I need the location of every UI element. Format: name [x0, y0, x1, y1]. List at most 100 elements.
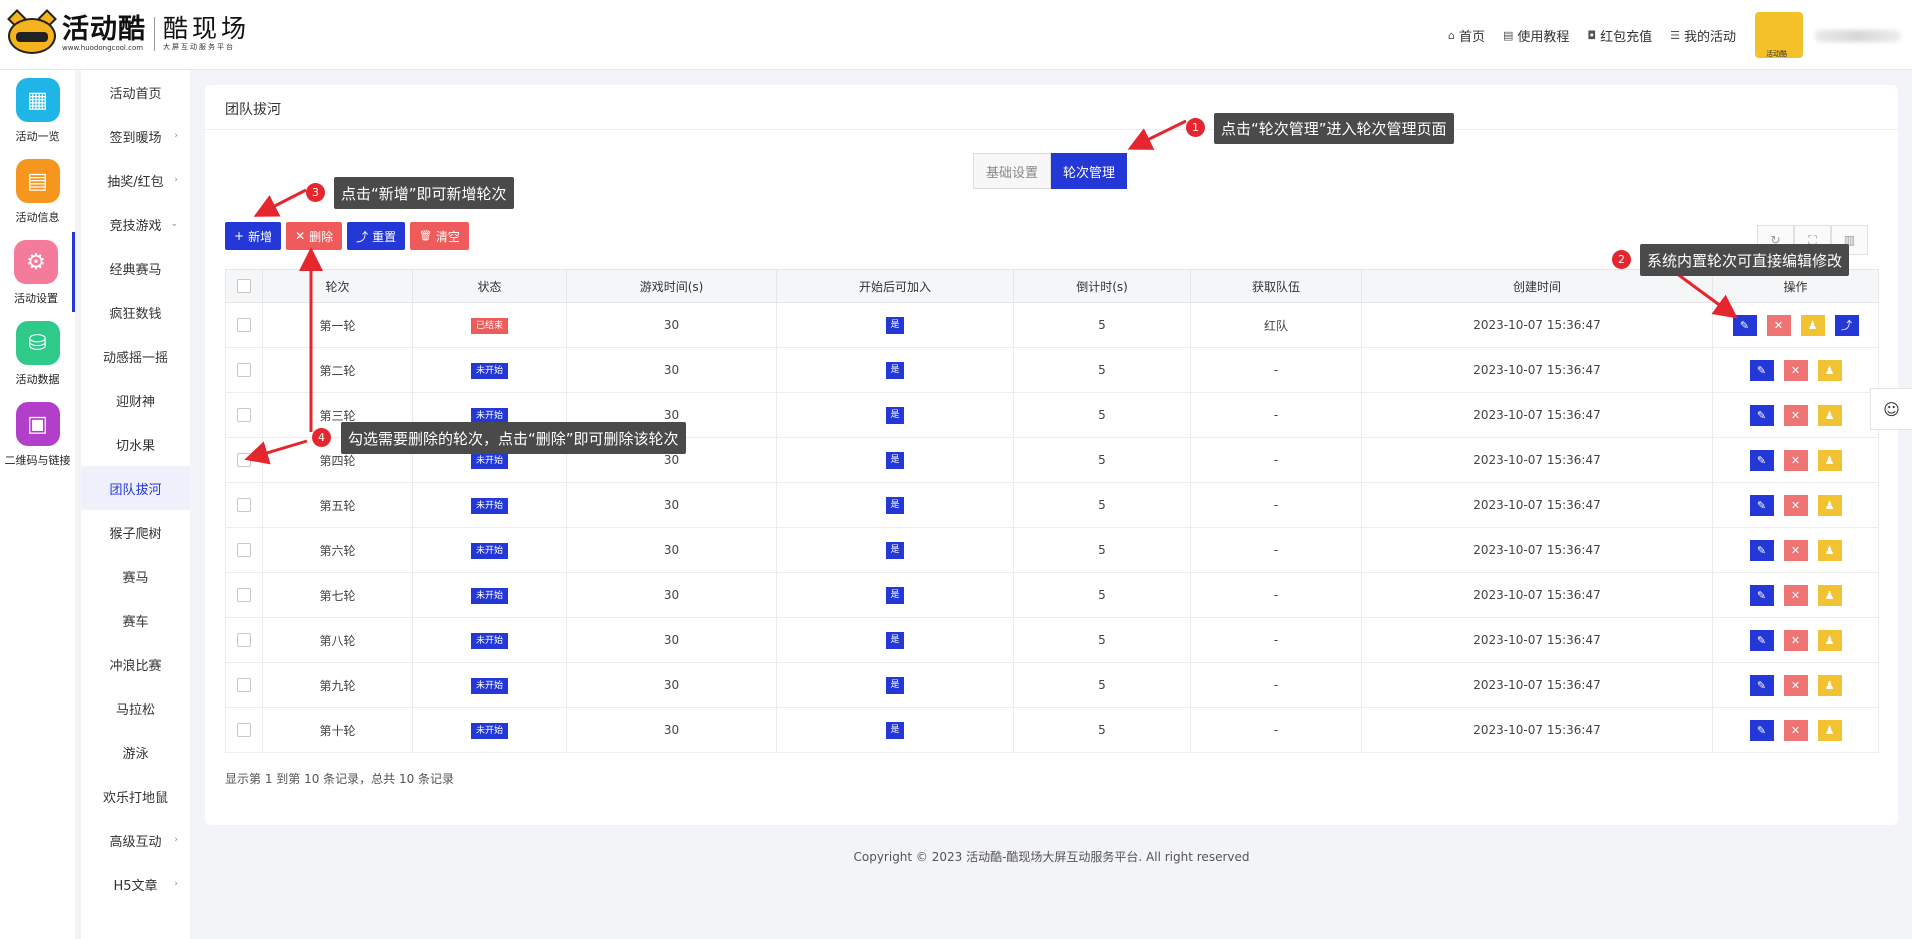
- column-header[interactable]: 开始后可加入: [776, 269, 1014, 303]
- row-checkbox[interactable]: [237, 408, 251, 423]
- sub-item-home[interactable]: 活动首页: [81, 70, 190, 114]
- user-icon[interactable]: ♟: [1817, 674, 1842, 696]
- clear-button[interactable]: 🗑 清空: [410, 222, 469, 250]
- user-icon[interactable]: ♟: [1817, 494, 1842, 516]
- row-checkbox[interactable]: [237, 363, 251, 378]
- row-checkbox[interactable]: [237, 543, 251, 558]
- tab-basic-settings[interactable]: 基础设置: [973, 153, 1052, 189]
- sub-item-h5[interactable]: H5文章 ›: [81, 862, 190, 906]
- edit-icon[interactable]: ✎: [1749, 494, 1774, 516]
- sub-item-lottery[interactable]: 抽奖/红包 ›: [81, 158, 190, 202]
- sub-item-tug-of-war[interactable]: 团队拔河: [81, 466, 190, 510]
- close-icon[interactable]: ✕: [1783, 404, 1808, 426]
- sub-item-car[interactable]: 赛车: [81, 598, 190, 642]
- sub-item-shake[interactable]: 动感摇一摇: [81, 334, 190, 378]
- top-nav: ⌂ 首页 ▤ 使用教程 ◘ 红包充值 ☰ 我的活动: [1448, 26, 1736, 45]
- tab-round-management[interactable]: 轮次管理: [1051, 153, 1128, 189]
- row-checkbox[interactable]: [237, 318, 251, 333]
- checkbox-cell: [225, 707, 263, 753]
- edit-icon[interactable]: ✎: [1732, 314, 1757, 336]
- sidebar-item-qrcode[interactable]: ▣ 二维码与链接: [0, 394, 75, 474]
- created-time-cell: 2023-10-07 15:36:47: [1361, 527, 1713, 573]
- edit-icon[interactable]: ✎: [1749, 449, 1774, 471]
- user-icon[interactable]: ♟: [1817, 629, 1842, 651]
- close-icon[interactable]: ✕: [1783, 719, 1808, 741]
- sidebar-item-activity-info[interactable]: ▤ 活动信息: [0, 151, 75, 231]
- edit-icon[interactable]: ✎: [1749, 539, 1774, 561]
- join-cell: 是: [776, 392, 1014, 438]
- pagination-summary: 显示第 1 到第 10 条记录，总共 10 条记录: [225, 772, 455, 786]
- sub-item-fortune-god[interactable]: 迎财神: [81, 378, 190, 422]
- edit-icon[interactable]: ✎: [1749, 404, 1774, 426]
- game-time-cell: 30: [566, 302, 777, 348]
- edit-icon[interactable]: ✎: [1749, 719, 1774, 741]
- user-icon[interactable]: ♟: [1817, 584, 1842, 606]
- column-header[interactable]: 获取队伍: [1190, 269, 1362, 303]
- annotation-callout: 点击“轮次管理”进入轮次管理页面: [1214, 113, 1454, 144]
- sub-item-horse[interactable]: 赛马: [81, 554, 190, 598]
- close-icon[interactable]: ✕: [1783, 674, 1808, 696]
- row-checkbox[interactable]: [237, 498, 251, 513]
- reset-button[interactable]: ⤴ 重置: [347, 222, 406, 250]
- close-icon[interactable]: ✕: [1783, 584, 1808, 606]
- column-header[interactable]: 游戏时间(s): [566, 269, 777, 303]
- row-checkbox[interactable]: [237, 723, 251, 738]
- nav-tutorial[interactable]: ▤ 使用教程: [1503, 26, 1569, 45]
- close-icon[interactable]: ✕: [1766, 314, 1791, 336]
- join-badge: 是: [886, 407, 904, 424]
- sub-item-whack-mole[interactable]: 欢乐打地鼠: [81, 774, 190, 818]
- chevron-right-icon: ›: [174, 175, 178, 185]
- reset-icon[interactable]: ⤴: [1834, 314, 1859, 336]
- user-icon[interactable]: ♟: [1817, 719, 1842, 741]
- nav-home[interactable]: ⌂ 首页: [1448, 26, 1485, 45]
- nav-my-activity[interactable]: ☰ 我的活动: [1670, 26, 1736, 45]
- close-icon[interactable]: ✕: [1783, 539, 1808, 561]
- countdown-cell: 5: [1013, 662, 1191, 708]
- close-icon[interactable]: ✕: [1783, 449, 1808, 471]
- row-checkbox[interactable]: [237, 678, 251, 693]
- column-header[interactable]: 状态: [412, 269, 567, 303]
- sub-item-games[interactable]: 竞技游戏 ⌄: [81, 202, 190, 246]
- edit-icon[interactable]: ✎: [1749, 629, 1774, 651]
- user-icon[interactable]: ♟: [1800, 314, 1825, 336]
- row-checkbox[interactable]: [237, 588, 251, 603]
- delete-button[interactable]: ✕ 删除: [286, 222, 343, 250]
- nav-recharge[interactable]: ◘ 红包充值: [1587, 26, 1652, 45]
- table-row: 第九轮 未开始 30 是 5-2023-10-07 15:36:47 ✎ ✕ ♟: [225, 662, 1879, 708]
- sub-item-surf[interactable]: 冲浪比赛: [81, 642, 190, 686]
- sub-item-monkey[interactable]: 猴子爬树: [81, 510, 190, 554]
- sub-item-classic-horse[interactable]: 经典赛马: [81, 246, 190, 290]
- sidebar-item-activity-list[interactable]: ▦ 活动一览: [0, 70, 75, 150]
- qq-service-icon[interactable]: ☺: [1870, 388, 1912, 430]
- sub-item-marathon[interactable]: 马拉松: [81, 686, 190, 730]
- column-header[interactable]: 轮次: [262, 269, 413, 303]
- team-cell: -: [1190, 662, 1362, 708]
- user-icon[interactable]: ♟: [1817, 449, 1842, 471]
- user-icon[interactable]: ♟: [1817, 404, 1842, 426]
- sub-item-count-money[interactable]: 疯狂数钱: [81, 290, 190, 334]
- sidebar-item-activity-data[interactable]: ⛁ 活动数据: [0, 313, 75, 393]
- close-icon[interactable]: ✕: [1783, 629, 1808, 651]
- username-blurred[interactable]: [1815, 30, 1901, 42]
- team-cell: -: [1190, 707, 1362, 753]
- sub-item-fruit[interactable]: 切水果: [81, 422, 190, 466]
- row-checkbox[interactable]: [237, 633, 251, 648]
- select-all-checkbox[interactable]: [237, 279, 251, 294]
- edit-icon[interactable]: ✎: [1749, 584, 1774, 606]
- add-button[interactable]: + 新增: [225, 222, 282, 250]
- sidebar-item-activity-settings[interactable]: ⚙ 活动设置: [0, 232, 75, 312]
- qrcode-icon: ▣: [15, 402, 60, 446]
- user-icon[interactable]: ♟: [1817, 539, 1842, 561]
- join-cell: 是: [776, 572, 1014, 618]
- user-icon[interactable]: ♟: [1817, 359, 1842, 381]
- edit-icon[interactable]: ✎: [1749, 674, 1774, 696]
- column-header[interactable]: 倒计时(s): [1013, 269, 1191, 303]
- sub-item-swim[interactable]: 游泳: [81, 730, 190, 774]
- close-icon[interactable]: ✕: [1783, 494, 1808, 516]
- round-cell: 第十轮: [262, 707, 413, 753]
- sub-item-signin[interactable]: 签到暖场 ›: [81, 114, 190, 158]
- close-icon[interactable]: ✕: [1783, 359, 1808, 381]
- edit-icon[interactable]: ✎: [1749, 359, 1774, 381]
- row-checkbox[interactable]: [237, 453, 251, 468]
- site-logo[interactable]: 活动酷 www.huodongcool.com 酷现场 大屏互动服务平台: [6, 9, 250, 56]
